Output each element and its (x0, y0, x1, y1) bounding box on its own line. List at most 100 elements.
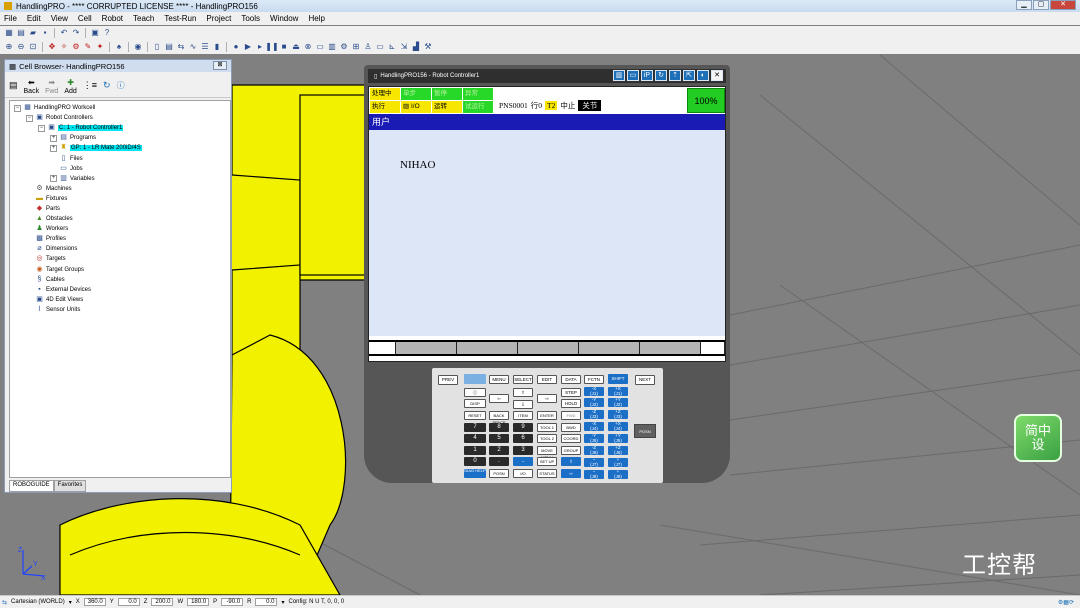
jog-j8-minus[interactable]: − (J8) (584, 469, 604, 479)
jog-z-minus[interactable]: -Z (J3) (584, 409, 604, 419)
open-icon[interactable]: ▰ (28, 28, 38, 38)
key-backspace[interactable]: BACK SPACE (489, 411, 509, 425)
help-icon[interactable]: ⓘ (117, 80, 125, 91)
jog-ry-plus[interactable]: +Y (J5) (608, 433, 628, 443)
pendant-menu-icon[interactable]: ▥ (613, 70, 625, 81)
key-diag-help[interactable]: DIAG HELP (464, 468, 486, 478)
key-data[interactable]: DATA (561, 375, 581, 384)
zoom-out-icon[interactable]: ⊖ (16, 42, 26, 52)
key-prev[interactable]: PREV (438, 375, 458, 385)
collapse-icon[interactable]: − (14, 104, 21, 112)
person-icon[interactable]: ♙ (363, 42, 373, 52)
key-move-menu[interactable]: MOVE MENU (537, 446, 557, 460)
new-icon[interactable]: ▤ (16, 28, 26, 38)
lock-icon[interactable]: ▮ (212, 42, 222, 52)
pause-icon[interactable]: ❚❚ (265, 42, 278, 52)
jog-j7-plus[interactable]: + (J7) (608, 457, 628, 467)
fkey-f4[interactable] (579, 342, 640, 354)
pendant-resize-icon[interactable]: ⇱ (683, 70, 695, 81)
key-bwd[interactable]: BWD (561, 423, 581, 432)
key-setup[interactable]: SET UP (537, 457, 557, 466)
key-step[interactable]: STEP (561, 388, 581, 397)
jog-rx-minus[interactable]: -X (J4) (584, 421, 604, 431)
tool-icon[interactable]: ✎ (83, 42, 93, 52)
robot-view-icon[interactable]: ♠ (114, 42, 124, 52)
pendant-refresh-icon[interactable]: ↻ (655, 70, 667, 81)
play-step-icon[interactable]: ▸ (255, 42, 265, 52)
posn-side-button[interactable]: POSN (634, 424, 656, 438)
list-icon[interactable]: ☰ (200, 42, 210, 52)
add-button[interactable]: ✚ Add (64, 79, 76, 96)
zoom-in-icon[interactable]: ⊕ (4, 42, 14, 52)
key-tool1[interactable]: TOOL 1 (537, 423, 557, 432)
tree-item[interactable]: ▪ External Devices (10, 285, 230, 295)
jog-ry-minus[interactable]: -Y (J5) (584, 433, 604, 443)
pendant-upload-icon[interactable]: ⇡ (669, 70, 681, 81)
expand-icon[interactable]: + (50, 175, 57, 183)
key-posn[interactable]: POSN (489, 469, 509, 478)
panel-close-button[interactable]: ⊠ (213, 61, 227, 70)
zoom-fit-icon[interactable]: ⊡ (28, 42, 38, 52)
jog-x-minus[interactable]: -X (J1) (584, 386, 604, 396)
properties-icon[interactable]: ⋮≡ (83, 80, 97, 91)
key-tool2[interactable]: TOOL 2 (537, 434, 557, 443)
menu-edit[interactable]: Edit (27, 14, 41, 23)
key-select[interactable]: SELECT (513, 375, 533, 384)
key-disp[interactable]: DISP (464, 399, 486, 408)
key-fwd[interactable]: FWD (561, 411, 581, 420)
key-i[interactable]: ⓘ (464, 388, 486, 397)
menu-view[interactable]: View (51, 14, 68, 23)
tree-item[interactable]: ♟ Workers (10, 224, 230, 234)
target-icon[interactable]: ✥ (47, 42, 57, 52)
tree-item[interactable]: ◎ Targets (10, 254, 230, 264)
tree-item[interactable]: ▯ Files (10, 153, 230, 163)
key-2[interactable]: 2 (489, 446, 509, 455)
tree-item[interactable]: + ▥ Variables (10, 174, 230, 184)
close-button[interactable]: ✕ (1050, 0, 1076, 10)
key-shift-right[interactable]: ⇧ (561, 457, 581, 466)
key-8[interactable]: 8 (489, 423, 509, 432)
menu-tools[interactable]: Tools (241, 14, 260, 23)
key-next[interactable]: NEXT (635, 375, 655, 385)
key-hold[interactable]: HOLD (561, 399, 581, 408)
tree-item[interactable]: − ▣ C: 1 - Robot Controller1 (10, 123, 230, 133)
key-6[interactable]: 6 (513, 434, 533, 443)
teach-pendant-icon[interactable]: ▯ (152, 42, 162, 52)
jog-rx-plus[interactable]: +X (J4) (608, 421, 628, 431)
play-icon[interactable]: ▶ (243, 42, 253, 52)
tree-item[interactable]: + ♜ GP: 1 - LR Mate 200iD/4S (10, 143, 230, 153)
tools-icon[interactable]: ⚒ (423, 42, 433, 52)
expand-icon[interactable]: + (50, 144, 57, 152)
menu-cell[interactable]: Cell (78, 14, 92, 23)
arrow-down-icon[interactable]: ⇩ (513, 400, 533, 409)
w-field[interactable]: 180.0 (187, 598, 210, 606)
tree-item[interactable]: ▬ Fixtures (10, 194, 230, 204)
measure-icon[interactable]: ⊾ (387, 42, 397, 52)
key-minus[interactable]: − (513, 457, 533, 466)
wire-icon[interactable]: ⚙ (71, 42, 81, 52)
menu-window[interactable]: Window (270, 14, 298, 23)
menu-teach[interactable]: Teach (133, 14, 154, 23)
jog-y-plus[interactable]: +Y (J2) (608, 397, 628, 407)
undo-icon[interactable]: ↶ (59, 28, 69, 38)
p-field[interactable]: -90.0 (221, 598, 244, 606)
stop-icon[interactable]: ■ (279, 42, 289, 52)
key-9[interactable]: 9 (513, 423, 533, 432)
z-field[interactable]: 200.0 (151, 598, 174, 606)
redo-icon[interactable]: ↷ (71, 28, 81, 38)
menu-project[interactable]: Project (206, 14, 231, 23)
key-4[interactable]: 4 (464, 434, 486, 443)
key-group[interactable]: GROUP (561, 446, 581, 455)
record-icon[interactable]: ◉ (133, 42, 143, 52)
record-dot-icon[interactable]: ● (231, 42, 241, 52)
fkey-f1[interactable] (396, 342, 457, 354)
tree-item[interactable]: ▭ Jobs (10, 164, 230, 174)
maximize-button[interactable]: ▢ (1033, 0, 1049, 10)
key-fwd-shift[interactable]: ⇨ (561, 469, 581, 478)
key-fctn[interactable]: FCTN (584, 375, 604, 384)
key-3[interactable]: 3 (513, 446, 533, 455)
pendant-window-icon[interactable]: ▭ (627, 70, 639, 81)
key-1[interactable]: 1 (464, 446, 486, 455)
tab-favorites[interactable]: Favorites (53, 480, 87, 492)
arrow-left-icon[interactable]: ⇦ (489, 394, 509, 403)
